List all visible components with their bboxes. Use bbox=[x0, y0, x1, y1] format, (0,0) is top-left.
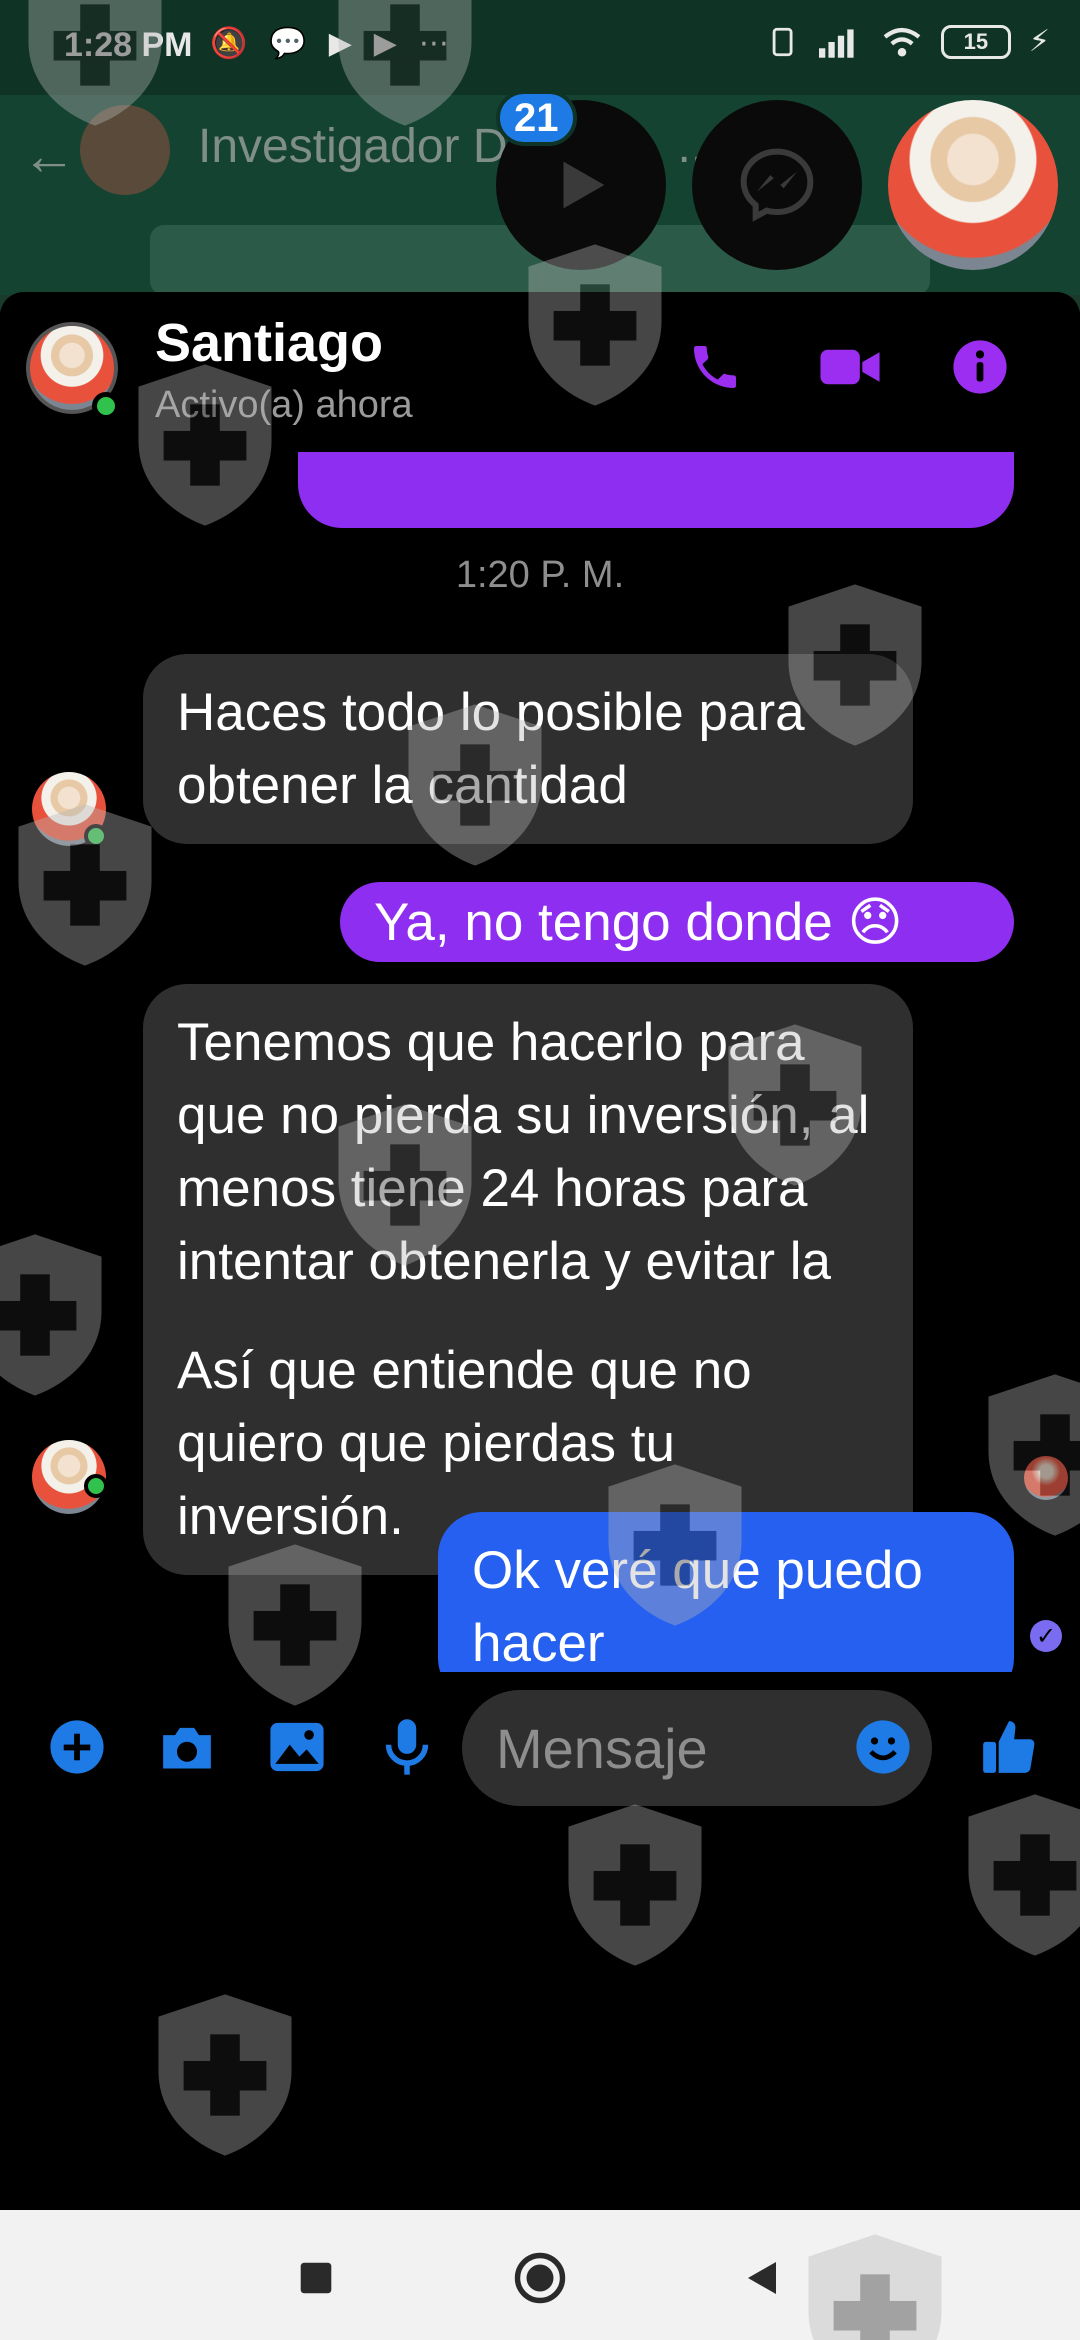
recents-button[interactable] bbox=[286, 2248, 346, 2308]
home-button[interactable] bbox=[510, 2248, 570, 2308]
charging-icon: ⚡ bbox=[1028, 25, 1050, 58]
plus-circle-icon bbox=[50, 1720, 104, 1774]
phone-call-button[interactable] bbox=[680, 332, 750, 402]
info-icon bbox=[953, 340, 1007, 394]
thumbs-up-icon bbox=[983, 1721, 1035, 1773]
chat-head-messenger[interactable] bbox=[692, 100, 862, 270]
chat-panel: Santiago Activo(a) ahora 1:20 P. M. Hace… bbox=[0, 292, 1080, 2210]
message-timestamp: 1:20 P. M. bbox=[455, 554, 625, 596]
screen: 1:28 PM 🔕 💬 ▶ ▶ ⋯ 15 ⚡ ← Investigador D.… bbox=[0, 0, 1080, 2340]
sender-online-indicator bbox=[84, 824, 108, 848]
status-bar: 1:28 PM 🔕 💬 ▶ ▶ ⋯ 15 ⚡ bbox=[0, 0, 1080, 95]
notification-icons: 🔕 💬 ▶ ▶ ⋯ bbox=[210, 26, 449, 61]
contact-status: Activo(a) ahora bbox=[155, 384, 413, 426]
video-call-button[interactable] bbox=[815, 332, 885, 402]
like-button[interactable] bbox=[974, 1712, 1044, 1782]
system-navigation-bar bbox=[0, 2210, 1080, 2340]
message-input-placeholder: Mensaje bbox=[496, 1717, 708, 1780]
back-button[interactable] bbox=[732, 2248, 792, 2308]
home-circle-icon bbox=[514, 2252, 566, 2304]
play-notification-icon-2: ▶ bbox=[373, 27, 397, 60]
info-button[interactable] bbox=[945, 332, 1015, 402]
voice-message-button[interactable] bbox=[372, 1712, 442, 1782]
sender-online-indicator bbox=[84, 1474, 108, 1498]
recents-square-icon bbox=[300, 2262, 332, 2294]
emoji-button[interactable] bbox=[848, 1712, 918, 1782]
status-time: 1:28 PM bbox=[64, 26, 193, 64]
more-notifications-icon: ⋯ bbox=[418, 27, 449, 60]
back-triangle-icon bbox=[748, 2262, 776, 2294]
emoji-icon bbox=[856, 1720, 910, 1774]
background-avatar bbox=[80, 105, 170, 195]
incoming-message[interactable]: Haces todo lo posible para obtener la ca… bbox=[143, 654, 913, 844]
seen-receipt-avatar bbox=[1024, 1456, 1068, 1500]
messenger-icon bbox=[740, 148, 814, 222]
signal-icon bbox=[818, 28, 854, 58]
message-composer: Mensaje bbox=[0, 1672, 1080, 1820]
unread-badge: 21 bbox=[496, 90, 577, 146]
delivered-check-icon: ✓ bbox=[1030, 1620, 1062, 1652]
wifi-icon bbox=[883, 27, 921, 56]
gallery-icon bbox=[270, 1722, 324, 1772]
back-arrow-icon: ← bbox=[22, 126, 76, 186]
mute-icon: 🔕 bbox=[210, 27, 248, 60]
chat-header: Santiago Activo(a) ahora bbox=[0, 292, 1080, 452]
battery-indicator: 15 bbox=[940, 24, 1011, 59]
outgoing-message[interactable]: Ya, no tengo donde 😞 bbox=[340, 882, 1014, 962]
more-actions-button[interactable] bbox=[42, 1712, 112, 1782]
online-indicator bbox=[92, 392, 120, 420]
screen-rotate-icon bbox=[772, 27, 793, 56]
contact-name[interactable]: Santiago bbox=[155, 312, 383, 374]
chat-notification-icon: 💬 bbox=[269, 27, 307, 60]
chat-head-contact-photo[interactable] bbox=[888, 100, 1058, 270]
previous-outgoing-message[interactable] bbox=[298, 442, 1014, 528]
gallery-button[interactable] bbox=[262, 1712, 332, 1782]
phone-icon bbox=[694, 346, 736, 388]
system-icons: 15 ⚡ bbox=[767, 24, 1050, 59]
camera-button[interactable] bbox=[152, 1712, 222, 1782]
camera-icon bbox=[163, 1727, 211, 1769]
video-camera-icon bbox=[820, 349, 880, 385]
microphone-icon bbox=[385, 1719, 429, 1775]
play-icon bbox=[563, 161, 605, 209]
play-notification-icon: ▶ bbox=[328, 27, 352, 60]
